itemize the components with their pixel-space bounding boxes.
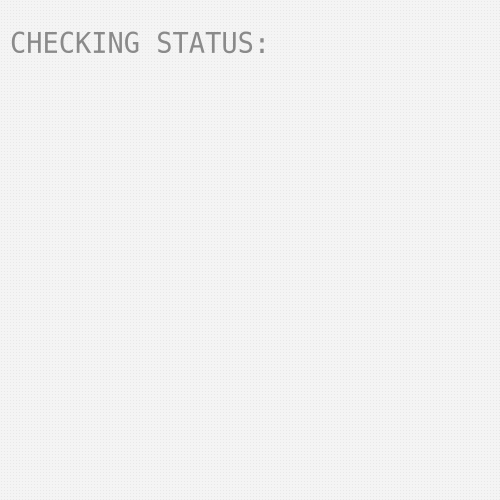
checking-status-heading: CHECKING STATUS:	[10, 28, 271, 61]
status-screen: CHECKING STATUS:	[0, 0, 500, 500]
